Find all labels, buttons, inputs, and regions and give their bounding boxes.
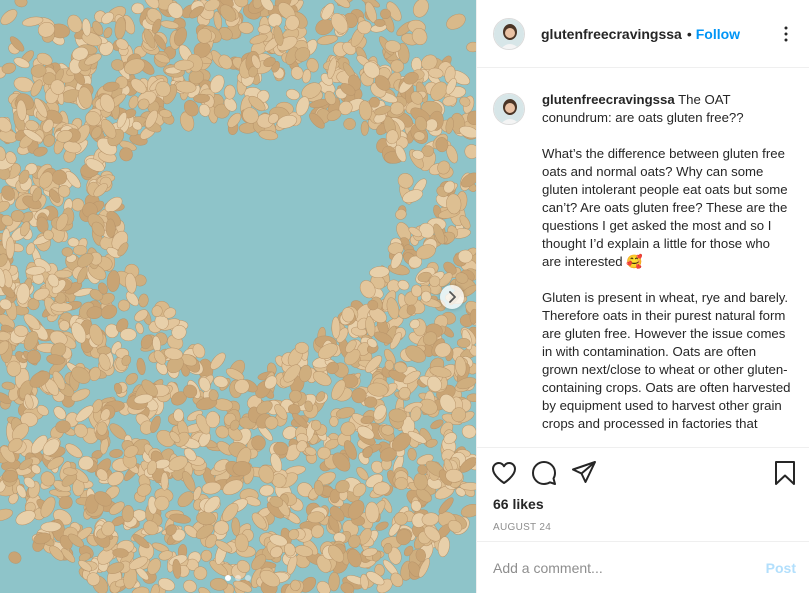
comment-icon	[532, 461, 556, 485]
oat-flake	[456, 337, 471, 348]
oat-flake	[223, 84, 236, 100]
caption-text: glutenfreecravingssa The OAT conundrum: …	[542, 91, 792, 433]
carousel-dot	[235, 575, 241, 581]
like-button[interactable]	[491, 458, 523, 488]
post-detail-panel: glutenfreecravingssa • Follow glutenfree…	[476, 0, 809, 593]
more-dots-icon	[784, 26, 788, 42]
oat-flake	[329, 416, 339, 427]
carousel-dot	[225, 575, 231, 581]
avatar[interactable]	[493, 93, 525, 125]
bookmark-icon	[775, 461, 795, 485]
caption: glutenfreecravingssa The OAT conundrum: …	[493, 91, 794, 433]
oat-flake	[73, 244, 88, 256]
oat-flake	[364, 396, 378, 408]
caption-body: The OAT conundrum: are oats gluten free?…	[542, 92, 791, 431]
oat-flake	[96, 421, 108, 436]
oat-flake	[360, 120, 369, 136]
comment-form: Post	[477, 541, 809, 593]
save-button[interactable]	[764, 458, 796, 488]
oat-flake	[50, 302, 73, 313]
oat-flake	[173, 408, 184, 422]
oat-flake	[160, 471, 169, 491]
oat-flake	[120, 328, 137, 342]
profile-avatar-icon	[494, 94, 524, 124]
carousel-dot	[245, 575, 251, 581]
oat-flake	[205, 411, 220, 429]
post-header: glutenfreecravingssa • Follow	[477, 0, 809, 68]
more-options-button[interactable]	[778, 24, 794, 44]
oat-flake	[2, 470, 19, 483]
oat-flake	[5, 236, 15, 260]
follow-button[interactable]: Follow	[696, 26, 740, 42]
oat-flake	[411, 57, 423, 72]
avatar[interactable]	[493, 17, 525, 50]
carousel-next-button[interactable]	[440, 285, 464, 309]
share-button[interactable]	[571, 458, 603, 488]
chevron-right-icon	[449, 291, 456, 303]
post-date: AUGUST 24	[493, 522, 552, 533]
separator-dot: •	[686, 25, 692, 42]
paper-plane-icon	[572, 461, 596, 483]
profile-avatar-icon	[494, 18, 524, 49]
post-image[interactable]	[0, 0, 476, 593]
caption-scroll-area[interactable]: glutenfreecravingssa The OAT conundrum: …	[477, 69, 809, 447]
like-count[interactable]: 66 likes	[491, 496, 796, 512]
caption-username[interactable]: glutenfreecravingssa	[542, 92, 675, 107]
comment-button[interactable]	[531, 458, 563, 488]
post-actions: 66 likes AUGUST 24	[477, 447, 809, 541]
comment-input[interactable]	[493, 559, 766, 576]
oat-flake	[331, 316, 341, 339]
carousel-indicator	[0, 575, 476, 581]
heart-icon	[492, 462, 516, 484]
oat-flake	[343, 118, 356, 130]
post-author-username[interactable]: glutenfreecravingssa	[541, 26, 682, 42]
oat-heart-photo	[0, 0, 476, 593]
post-comment-button[interactable]: Post	[766, 560, 796, 576]
action-bar	[491, 458, 796, 488]
